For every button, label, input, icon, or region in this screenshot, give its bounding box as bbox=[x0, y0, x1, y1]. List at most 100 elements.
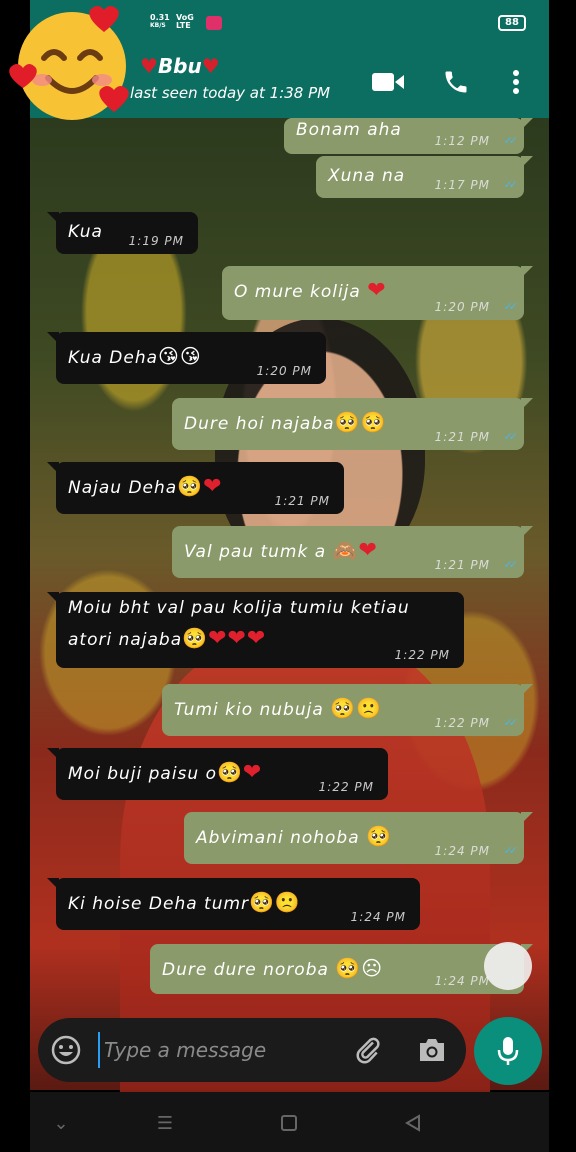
pleading-face-emoji: 🥺🥺 bbox=[334, 410, 387, 434]
pleading-face-emoji: 🥺 bbox=[216, 760, 243, 784]
message-time: 1:21 PM bbox=[434, 558, 490, 572]
read-receipt-icon: ✓✓ bbox=[503, 300, 519, 313]
contact-name-text: Bbu bbox=[157, 54, 202, 78]
message-content: Tumi kio nubuja 🥺🙁 bbox=[174, 696, 382, 720]
message-bubble-incoming[interactable]: Moi buji paisu o🥺❤ 1:22 PM bbox=[47, 748, 388, 800]
emoji-icon[interactable] bbox=[48, 1032, 84, 1068]
message-time: 1:22 PM bbox=[318, 780, 374, 794]
read-receipt-icon: ✓✓ bbox=[503, 430, 519, 443]
heart-icon: ♥ bbox=[201, 54, 220, 78]
network-type-lte: LTE bbox=[176, 21, 191, 30]
video-call-icon[interactable] bbox=[370, 64, 406, 100]
message-bubble-incoming[interactable]: Moiu bht val pau kolija tumiu ketiau ato… bbox=[47, 592, 464, 668]
message-time: 1:12 PM bbox=[434, 134, 490, 148]
system-nav-bar: ⌄ ☰ bbox=[30, 1092, 549, 1152]
red-heart-emoji: ❤ bbox=[358, 538, 378, 563]
smiling-face-with-hearts-emoji bbox=[8, 4, 134, 122]
screen-record-icon bbox=[206, 16, 222, 30]
message-text: Dure hoi najaba bbox=[184, 414, 335, 434]
back-triangle-icon[interactable] bbox=[400, 1110, 426, 1136]
camera-icon[interactable] bbox=[414, 1032, 450, 1068]
pleading-face-emoji: 🥺🙁 bbox=[249, 890, 301, 914]
message-time: 1:22 PM bbox=[394, 648, 450, 662]
chevron-down-icon[interactable]: ⌄ bbox=[48, 1110, 74, 1136]
microphone-icon bbox=[497, 1037, 519, 1065]
contact-name[interactable]: ♥Bbu♥ bbox=[140, 54, 220, 78]
red-heart-emoji: ❤❤❤ bbox=[208, 626, 267, 651]
pleading-face-emoji: 🥺 bbox=[177, 474, 204, 498]
message-bubble-incoming[interactable]: Kua 1:19 PM bbox=[47, 212, 198, 254]
attach-icon[interactable] bbox=[350, 1032, 386, 1068]
message-text: Val pau tumk a bbox=[184, 542, 327, 562]
read-receipt-icon: ✓✓ bbox=[503, 716, 519, 729]
message-input[interactable] bbox=[98, 1032, 338, 1068]
read-receipt-icon: ✓✓ bbox=[503, 558, 519, 571]
menu-icon[interactable]: ☰ bbox=[152, 1110, 178, 1136]
message-content: Dure dure noroba 🥺☹ bbox=[162, 956, 383, 980]
message-time: 1:21 PM bbox=[274, 494, 330, 508]
message-bubble-outgoing[interactable]: O mure kolija ❤ 1:20 PM ✓✓ bbox=[222, 266, 533, 320]
red-heart-emoji: ❤ bbox=[242, 760, 263, 785]
message-bubble-outgoing[interactable]: Dure hoi najaba🥺🥺 1:21 PM ✓✓ bbox=[172, 398, 533, 450]
message-text: Moi buji paisu o bbox=[68, 764, 217, 784]
message-bubble-outgoing[interactable]: Bonam aha 1:12 PM ✓✓ bbox=[284, 118, 533, 154]
microphone-button[interactable] bbox=[474, 1017, 542, 1085]
message-text: Kua Deha bbox=[68, 348, 159, 368]
read-receipt-icon: ✓✓ bbox=[503, 134, 519, 147]
voice-call-icon[interactable] bbox=[438, 64, 474, 100]
message-bubble-incoming[interactable]: Ki hoise Deha tumr🥺🙁 1:24 PM bbox=[47, 878, 420, 930]
message-time: 1:24 PM bbox=[434, 844, 490, 858]
message-bubble-incoming[interactable]: Najau Deha🥺❤ 1:21 PM bbox=[47, 462, 344, 514]
message-text: atori najaba bbox=[68, 630, 183, 650]
message-content-line-2: atori najaba🥺❤❤❤ bbox=[68, 626, 266, 651]
message-bubble-outgoing[interactable]: Xuna na 1:17 PM ✓✓ bbox=[316, 156, 533, 198]
message-text: Dure dure noroba bbox=[162, 960, 329, 980]
touch-indicator bbox=[484, 942, 532, 990]
phone-screen: 0.31 KB/S VoG LTE 88 ♥Bbu♥ last seen tod… bbox=[30, 0, 549, 1152]
message-text: Bonam aha bbox=[296, 120, 402, 140]
pleading-face-emoji: 🥺 bbox=[182, 626, 209, 650]
net-speed-value: 0.31 bbox=[150, 13, 170, 22]
red-heart-emoji: ❤ bbox=[367, 278, 387, 303]
message-text: Tumi kio nubuja bbox=[174, 700, 324, 720]
message-bubble-outgoing[interactable]: Val pau tumk a 🙈❤ 1:21 PM ✓✓ bbox=[172, 526, 533, 578]
message-text: Moiu bht val pau kolija tumiu ketiau bbox=[68, 598, 410, 618]
read-receipt-icon: ✓✓ bbox=[503, 844, 519, 857]
message-time: 1:20 PM bbox=[256, 364, 312, 378]
pleading-face-emoji: 🥺 bbox=[366, 824, 392, 848]
red-heart-emoji: ❤ bbox=[203, 474, 223, 499]
message-time: 1:22 PM bbox=[434, 716, 490, 730]
message-time: 1:17 PM bbox=[434, 178, 490, 192]
message-time: 1:19 PM bbox=[128, 234, 184, 248]
message-text: Abvimani nohoba bbox=[196, 828, 360, 848]
heart-icon: ♥ bbox=[140, 54, 158, 78]
message-bubble-outgoing[interactable]: Tumi kio nubuja 🥺🙁 1:22 PM ✓✓ bbox=[162, 684, 533, 736]
last-seen-status: last seen today at 1:38 PM bbox=[130, 84, 331, 102]
message-text: Najau Deha bbox=[68, 478, 178, 498]
message-text: Ki hoise Deha tumr bbox=[68, 894, 250, 914]
net-speed-unit: KB/S bbox=[150, 22, 166, 29]
message-content: Abvimani nohoba 🥺 bbox=[196, 824, 392, 848]
network-type: VoG LTE bbox=[176, 14, 194, 30]
message-content: Moi buji paisu o🥺❤ bbox=[68, 760, 262, 785]
battery-icon: 88 bbox=[498, 15, 526, 31]
message-text: Kua bbox=[68, 222, 103, 242]
home-square-icon[interactable] bbox=[276, 1110, 302, 1136]
message-content: Kua Deha😘😘 bbox=[68, 344, 202, 368]
read-receipt-icon: ✓✓ bbox=[503, 178, 519, 191]
battery-level: 88 bbox=[505, 17, 519, 28]
net-speed: 0.31 KB/S bbox=[150, 14, 170, 30]
pleading-face-emoji: 🥺🙁 bbox=[330, 696, 382, 720]
message-bubble-incoming[interactable]: Kua Deha😘😘 1:20 PM bbox=[47, 332, 326, 384]
message-text: Xuna na bbox=[328, 166, 406, 186]
message-time: 1:24 PM bbox=[434, 974, 490, 988]
message-content: Val pau tumk a 🙈❤ bbox=[184, 538, 378, 563]
message-composer bbox=[38, 1018, 466, 1082]
more-options-icon[interactable] bbox=[498, 64, 534, 100]
message-time: 1:21 PM bbox=[434, 430, 490, 444]
message-content: O mure kolija ❤ bbox=[234, 278, 387, 303]
message-content: Dure hoi najaba🥺🥺 bbox=[184, 410, 386, 434]
message-bubble-outgoing[interactable]: Abvimani nohoba 🥺 1:24 PM ✓✓ bbox=[184, 812, 533, 864]
pleading-face-emoji: 🥺☹ bbox=[335, 956, 384, 980]
message-bubble-outgoing[interactable]: Dure dure noroba 🥺☹ 1:24 PM ✓✓ bbox=[150, 944, 533, 994]
